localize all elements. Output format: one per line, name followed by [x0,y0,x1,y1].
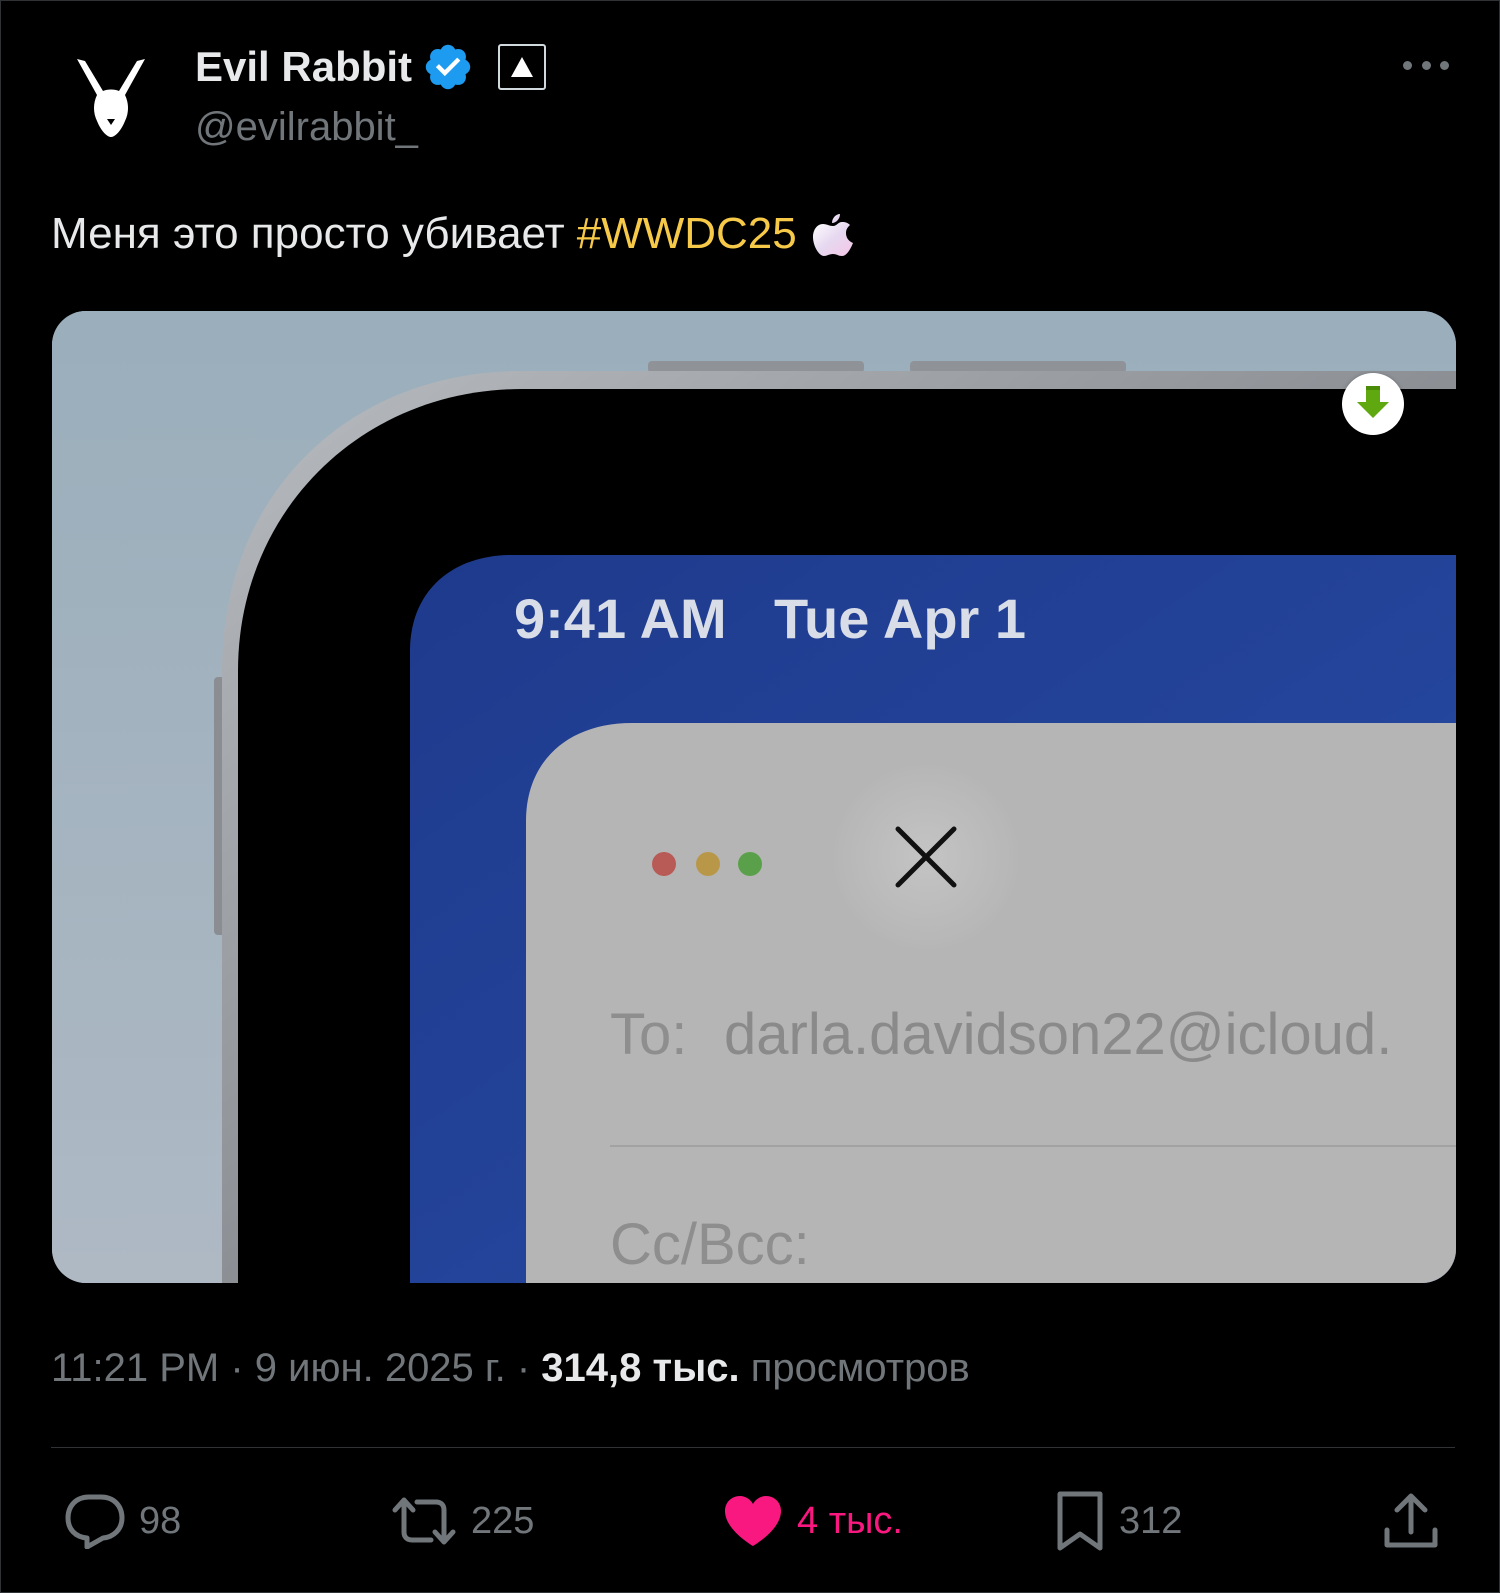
bookmark-count: 312 [1119,1499,1183,1542]
repost-count: 225 [471,1499,535,1542]
repost-icon [392,1497,456,1545]
reply-icon [65,1494,125,1549]
heart-icon [725,1496,781,1546]
rabbit-logo-icon [77,59,145,137]
share-icon [1384,1493,1438,1548]
tweet-text: Меня это просто убивает #WWDC25 [51,209,855,259]
bookmark-button[interactable]: 312 [1055,1486,1182,1556]
download-button[interactable] [1342,373,1404,435]
apple-logo-icon [812,214,853,256]
share-button[interactable] [1383,1486,1439,1556]
repost-button[interactable]: 225 [391,1486,534,1556]
tweet-meta: 11:21 PM · 9 июн. 2025 г. · 314,8 тыс. п… [51,1346,970,1390]
media-mail-to-label: To: [610,1002,688,1067]
tweet-time[interactable]: 11:21 PM [51,1346,219,1390]
views-count: 314,8 тыс. [541,1346,740,1390]
tweet-body: Меня это просто убивает [51,209,565,258]
author-display-name[interactable]: Evil Rabbit [195,43,412,91]
action-bar: 98 225 4 тыс. 312 [51,1486,1455,1556]
tweet-card: Evil Rabbit @evilrabbit_ Меня это просто… [0,0,1500,1593]
media-mail-to-value: darla.davidson22@icloud. [724,1002,1393,1067]
media-mail-cc-label: Cc/Bcc: [610,1212,810,1277]
affiliate-badge[interactable] [498,44,547,90]
hashtag-link[interactable]: #WWDC25 [577,209,797,259]
author-name-row[interactable]: Evil Rabbit [195,41,547,93]
divider [51,1447,1455,1448]
download-arrow-icon [1357,386,1389,418]
ipad-mockup-illustration [52,311,1456,1283]
triangle-logo-icon [511,57,534,77]
media-status-date: Tue Apr 1 [774,587,1027,650]
like-button[interactable]: 4 тыс. [723,1486,903,1556]
avatar[interactable] [51,37,171,157]
bookmark-icon [1057,1491,1103,1551]
reply-count: 98 [139,1499,182,1542]
verified-badge-icon [425,44,471,90]
views-label: просмотров [739,1346,970,1390]
media-status-time: 9:41 AM [514,587,727,650]
author-handle[interactable]: @evilrabbit_ [195,105,418,150]
like-count: 4 тыс. [797,1499,903,1542]
more-options-icon[interactable] [1403,53,1449,77]
tweet-media-image[interactable]: 9:41 AM Tue Apr 1 To: darla.davidson22@i… [52,311,1456,1283]
tweet-date[interactable]: 9 июн. 2025 г. [255,1346,506,1390]
reply-button[interactable]: 98 [65,1486,181,1556]
